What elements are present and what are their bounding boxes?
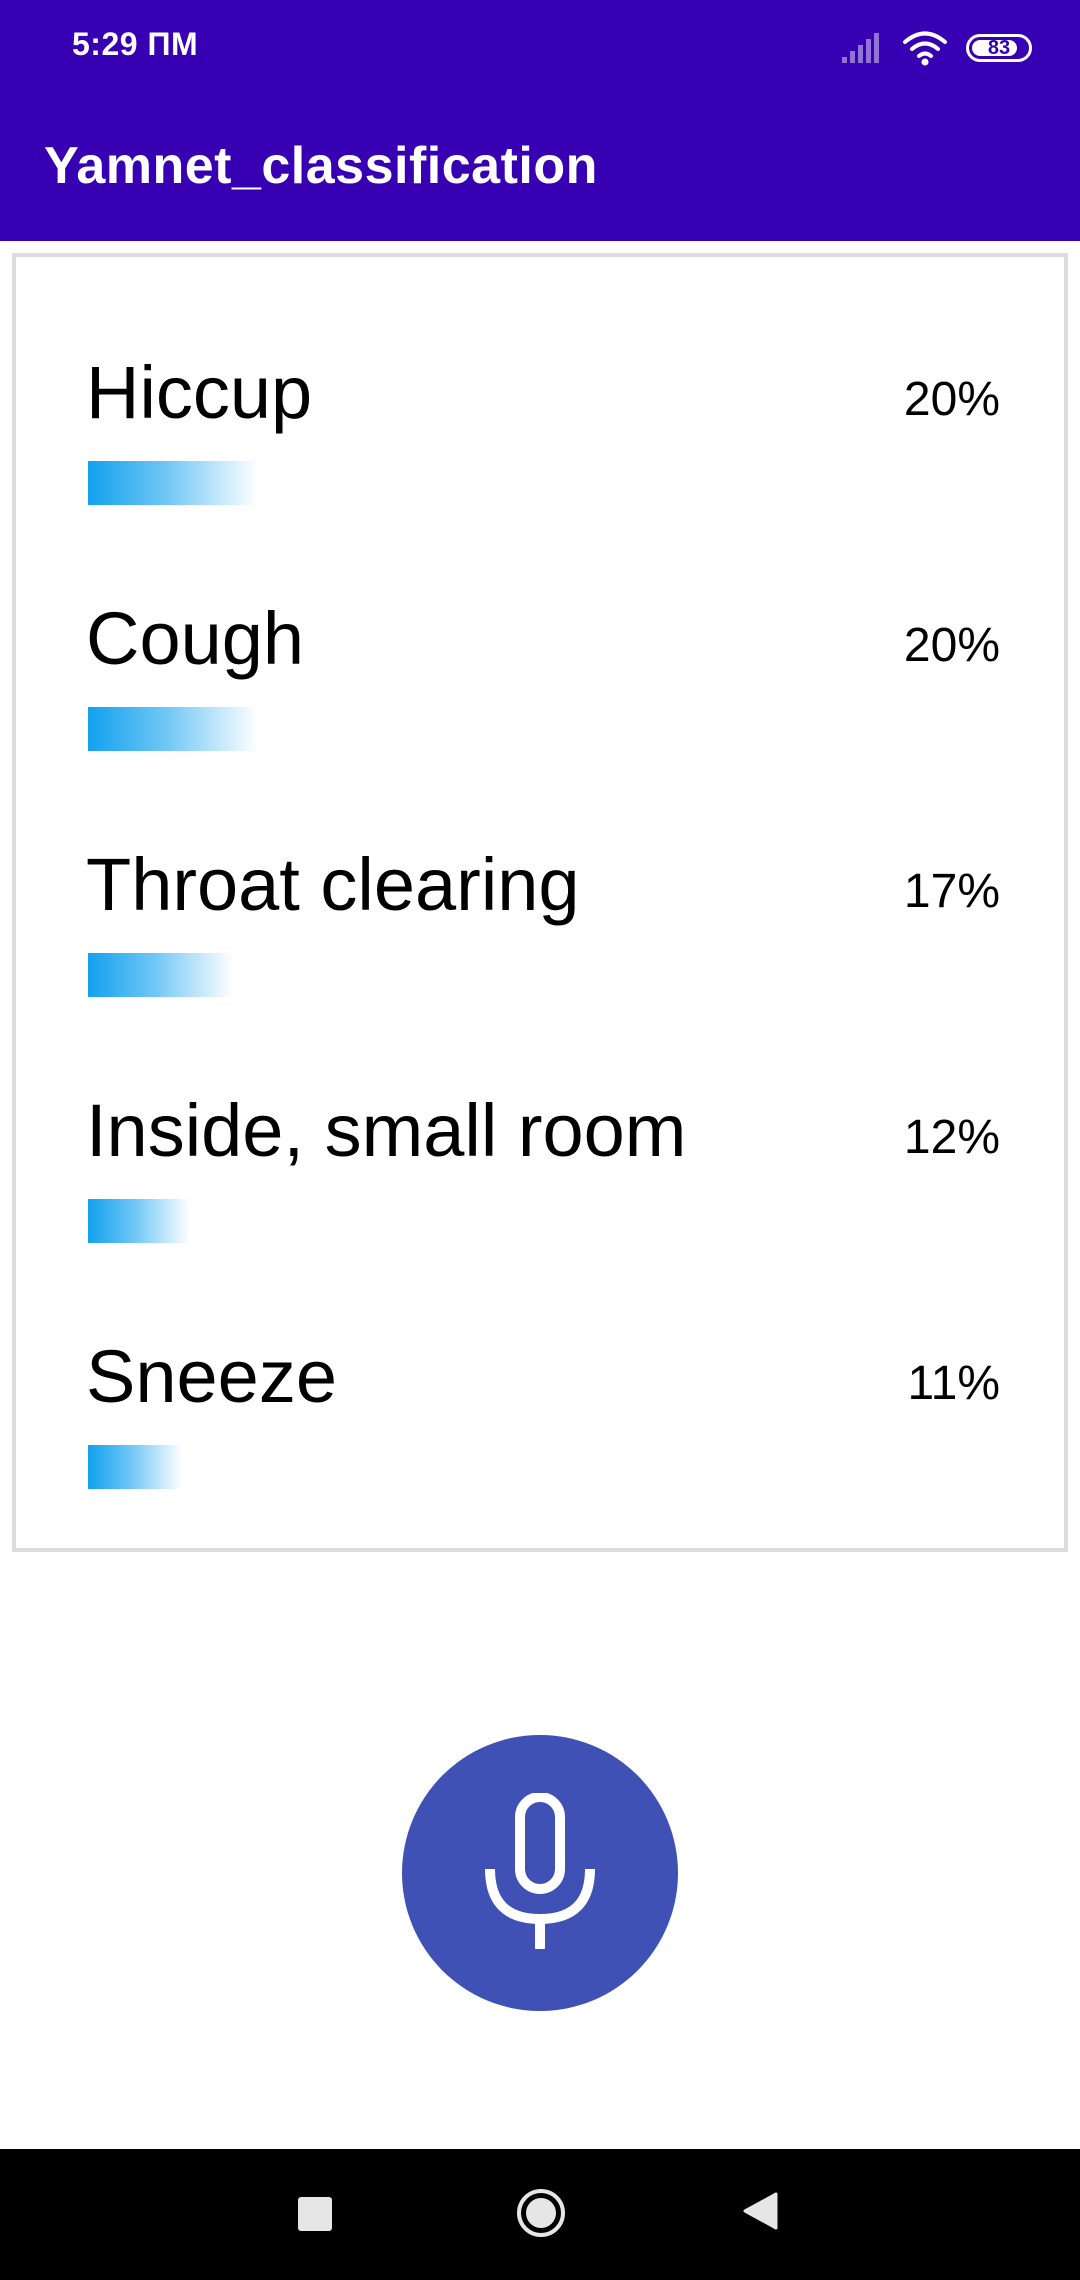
back-icon[interactable] xyxy=(742,2191,778,2231)
result-label: Hiccup xyxy=(86,351,313,434)
status-icons: 83 xyxy=(840,28,1032,68)
result-bar xyxy=(88,461,258,505)
result-bar xyxy=(88,707,258,751)
record-button[interactable] xyxy=(402,1735,678,2011)
result-label: Sneeze xyxy=(86,1335,337,1418)
status-time: 5:29 ПМ xyxy=(72,26,199,62)
microphone-icon xyxy=(485,1793,595,1949)
result-row: Inside, small room 12% xyxy=(16,1094,1064,1340)
nav-bar xyxy=(0,2149,1080,2280)
battery-level: 83 xyxy=(987,37,1011,59)
result-score: 17% xyxy=(903,865,1000,918)
result-row: Throat clearing 17% xyxy=(16,848,1064,1094)
result-bar xyxy=(88,953,233,997)
app-bar: Yamnet_classification xyxy=(0,96,1080,241)
result-row: Sneeze 11% xyxy=(16,1340,1064,1586)
results-card: Hiccup 20% Cough 20% Throat clearing 17%… xyxy=(12,253,1068,1552)
wifi-icon xyxy=(903,31,947,66)
status-bar: 5:29 ПМ 83 xyxy=(0,0,1080,96)
result-label: Inside, small room xyxy=(86,1089,687,1172)
result-row: Hiccup 20% xyxy=(16,356,1064,602)
signal-icon xyxy=(842,33,879,63)
result-score: 20% xyxy=(903,619,1000,672)
result-score: 20% xyxy=(903,373,1000,426)
result-score: 11% xyxy=(907,1357,1000,1410)
recents-icon[interactable] xyxy=(298,2197,332,2231)
battery-icon: 83 xyxy=(966,34,1032,62)
screen: 5:29 ПМ 83 Yamnet_classification Hiccup … xyxy=(0,0,1080,2280)
result-label: Throat clearing xyxy=(86,843,580,926)
result-bar xyxy=(88,1199,190,1243)
result-label: Cough xyxy=(86,597,305,680)
result-bar xyxy=(88,1445,182,1489)
result-score: 12% xyxy=(903,1111,1000,1164)
app-title: Yamnet_classification xyxy=(44,137,598,195)
result-row: Cough 20% xyxy=(16,602,1064,848)
home-icon[interactable] xyxy=(515,2187,567,2239)
